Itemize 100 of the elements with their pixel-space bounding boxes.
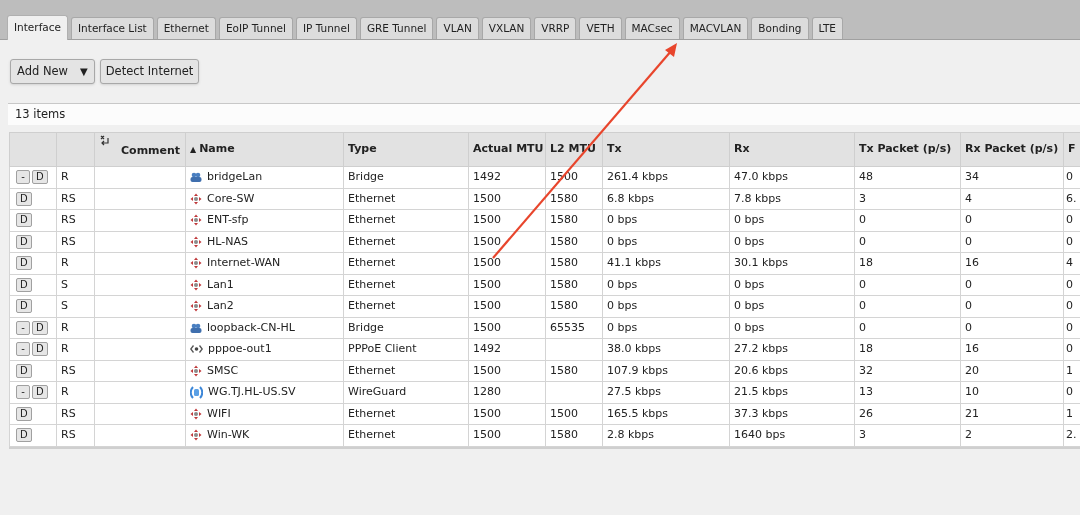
- table-cell: 3: [859, 428, 866, 441]
- ethernet-icon: [190, 407, 202, 420]
- tab[interactable]: MACsec: [624, 17, 680, 39]
- column-header[interactable]: Rx: [734, 142, 750, 156]
- tab[interactable]: EoIP Tunnel: [218, 17, 293, 39]
- table-cell: 4: [965, 191, 972, 205]
- row-action-button[interactable]: -: [16, 385, 30, 400]
- table-cell: 32: [859, 363, 873, 377]
- tab[interactable]: VETH: [579, 17, 622, 39]
- detect-internet-button[interactable]: Detect Internet: [99, 59, 200, 84]
- table-cell: 1580: [550, 256, 578, 269]
- table-cell: Ethernet: [348, 363, 396, 377]
- table-cell: 261.4 kbps: [607, 170, 669, 183]
- column-header[interactable]: Name: [199, 141, 235, 158]
- table-cell: 0: [859, 320, 866, 334]
- column-header[interactable]: Tx: [607, 142, 622, 156]
- table-cell-text: pppoe-out1: [208, 341, 272, 357]
- table-cell: R: [61, 385, 69, 398]
- table-cell: Ethernet: [348, 428, 396, 441]
- table-cell: 0: [859, 299, 866, 312]
- ethernet-icon: [190, 257, 202, 270]
- table-cell: Lan1: [207, 276, 234, 293]
- tab[interactable]: VRRP: [534, 17, 577, 39]
- table-cell: 41.1 kbps: [607, 256, 662, 269]
- table-cell: 0: [1066, 170, 1073, 183]
- tab[interactable]: VXLAN: [481, 17, 532, 39]
- table-cell: Ethernet: [348, 406, 396, 420]
- table-cell: 1500: [473, 234, 501, 248]
- table-cell: 0: [859, 213, 866, 226]
- tab[interactable]: LTE: [811, 17, 843, 39]
- sort-icon: ▲: [190, 143, 197, 156]
- table-cell: 47.0 kbps: [734, 170, 789, 183]
- row-action-button[interactable]: -: [16, 170, 30, 185]
- table-cell: 1500: [473, 191, 501, 205]
- table-cell: Bridge: [348, 320, 384, 334]
- table-cell: R: [61, 342, 69, 355]
- row-action-button[interactable]: D: [16, 363, 32, 378]
- column-header[interactable]: F: [1068, 142, 1076, 156]
- tab[interactable]: IP Tunnel: [295, 17, 357, 39]
- table-cell: 107.9 kbps: [607, 363, 669, 377]
- row-action-button[interactable]: D: [16, 256, 32, 271]
- row-action-button[interactable]: D: [32, 320, 48, 335]
- table-cell: 1500: [473, 299, 501, 312]
- row-action-button[interactable]: D: [16, 406, 32, 421]
- table-cell: 2.8 kbps: [607, 428, 655, 441]
- row-action-button[interactable]: -: [16, 342, 30, 357]
- tab[interactable]: Ethernet: [156, 17, 216, 39]
- add-new-button[interactable]: Add New ▼: [10, 59, 95, 84]
- row-action-button[interactable]: D: [16, 234, 32, 249]
- table-cell: 1500: [550, 406, 578, 420]
- table-cell: 20.6 kbps: [734, 363, 789, 377]
- ethernet-icon: [190, 429, 202, 442]
- row-action-button[interactable]: D: [16, 299, 32, 314]
- row-action-button[interactable]: D: [16, 428, 32, 443]
- tab[interactable]: Bonding: [751, 17, 809, 39]
- tab[interactable]: GRE Tunnel: [359, 17, 434, 39]
- table-cell: 65535: [550, 320, 585, 334]
- table-cell: R: [61, 320, 69, 334]
- table-cell: Bridge: [348, 170, 384, 183]
- table-cell: 13: [859, 385, 873, 398]
- column-header[interactable]: Type: [348, 142, 377, 156]
- table-cell: 0: [965, 234, 972, 248]
- table-cell: 1580: [550, 191, 578, 205]
- table-cell: 1500: [473, 213, 501, 226]
- column-reset-icon[interactable]: [99, 135, 111, 148]
- tab[interactable]: MACVLAN: [682, 17, 749, 39]
- row-action-button[interactable]: D: [32, 385, 48, 400]
- tab[interactable]: Interface List: [71, 17, 154, 39]
- table-cell: S: [61, 299, 68, 312]
- tab[interactable]: Interface: [7, 15, 68, 40]
- bridge-icon: [190, 172, 202, 183]
- table-cell: 6.: [1066, 191, 1077, 205]
- table-cell: 0 bps: [734, 213, 765, 226]
- row-action-button[interactable]: D: [16, 191, 32, 206]
- table-cell: 0 bps: [734, 320, 765, 334]
- table-cell: 0 bps: [607, 213, 638, 226]
- table-cell: 0: [965, 299, 972, 312]
- table-cell: WIFI: [207, 405, 231, 422]
- table-cell: 1640 bps: [734, 428, 786, 441]
- table-cell: loopback-CN-HL: [207, 319, 295, 336]
- row-action-button[interactable]: -: [16, 320, 30, 335]
- table-cell: 2.: [1066, 428, 1077, 441]
- tab[interactable]: VLAN: [436, 17, 479, 39]
- table-cell: 1500: [473, 320, 501, 334]
- table-cell: 0: [1066, 342, 1073, 355]
- ethernet-icon: [190, 214, 202, 227]
- table-cell: 0: [1066, 277, 1073, 291]
- table-cell: WireGuard: [348, 385, 407, 398]
- table-cell: 27.5 kbps: [607, 385, 662, 398]
- table-cell: 0: [1066, 234, 1073, 248]
- table-cell: 1580: [550, 299, 578, 312]
- table-cell: Ethernet: [348, 256, 396, 269]
- table-cell: 3: [859, 191, 866, 205]
- row-action-button[interactable]: D: [32, 170, 48, 185]
- row-action-button[interactable]: D: [32, 342, 48, 357]
- table-cell: Ethernet: [348, 299, 396, 312]
- row-action-button[interactable]: D: [16, 277, 32, 292]
- table-cell: 1492: [473, 342, 501, 355]
- table-cell: 1580: [550, 234, 578, 248]
- row-action-button[interactable]: D: [16, 213, 32, 228]
